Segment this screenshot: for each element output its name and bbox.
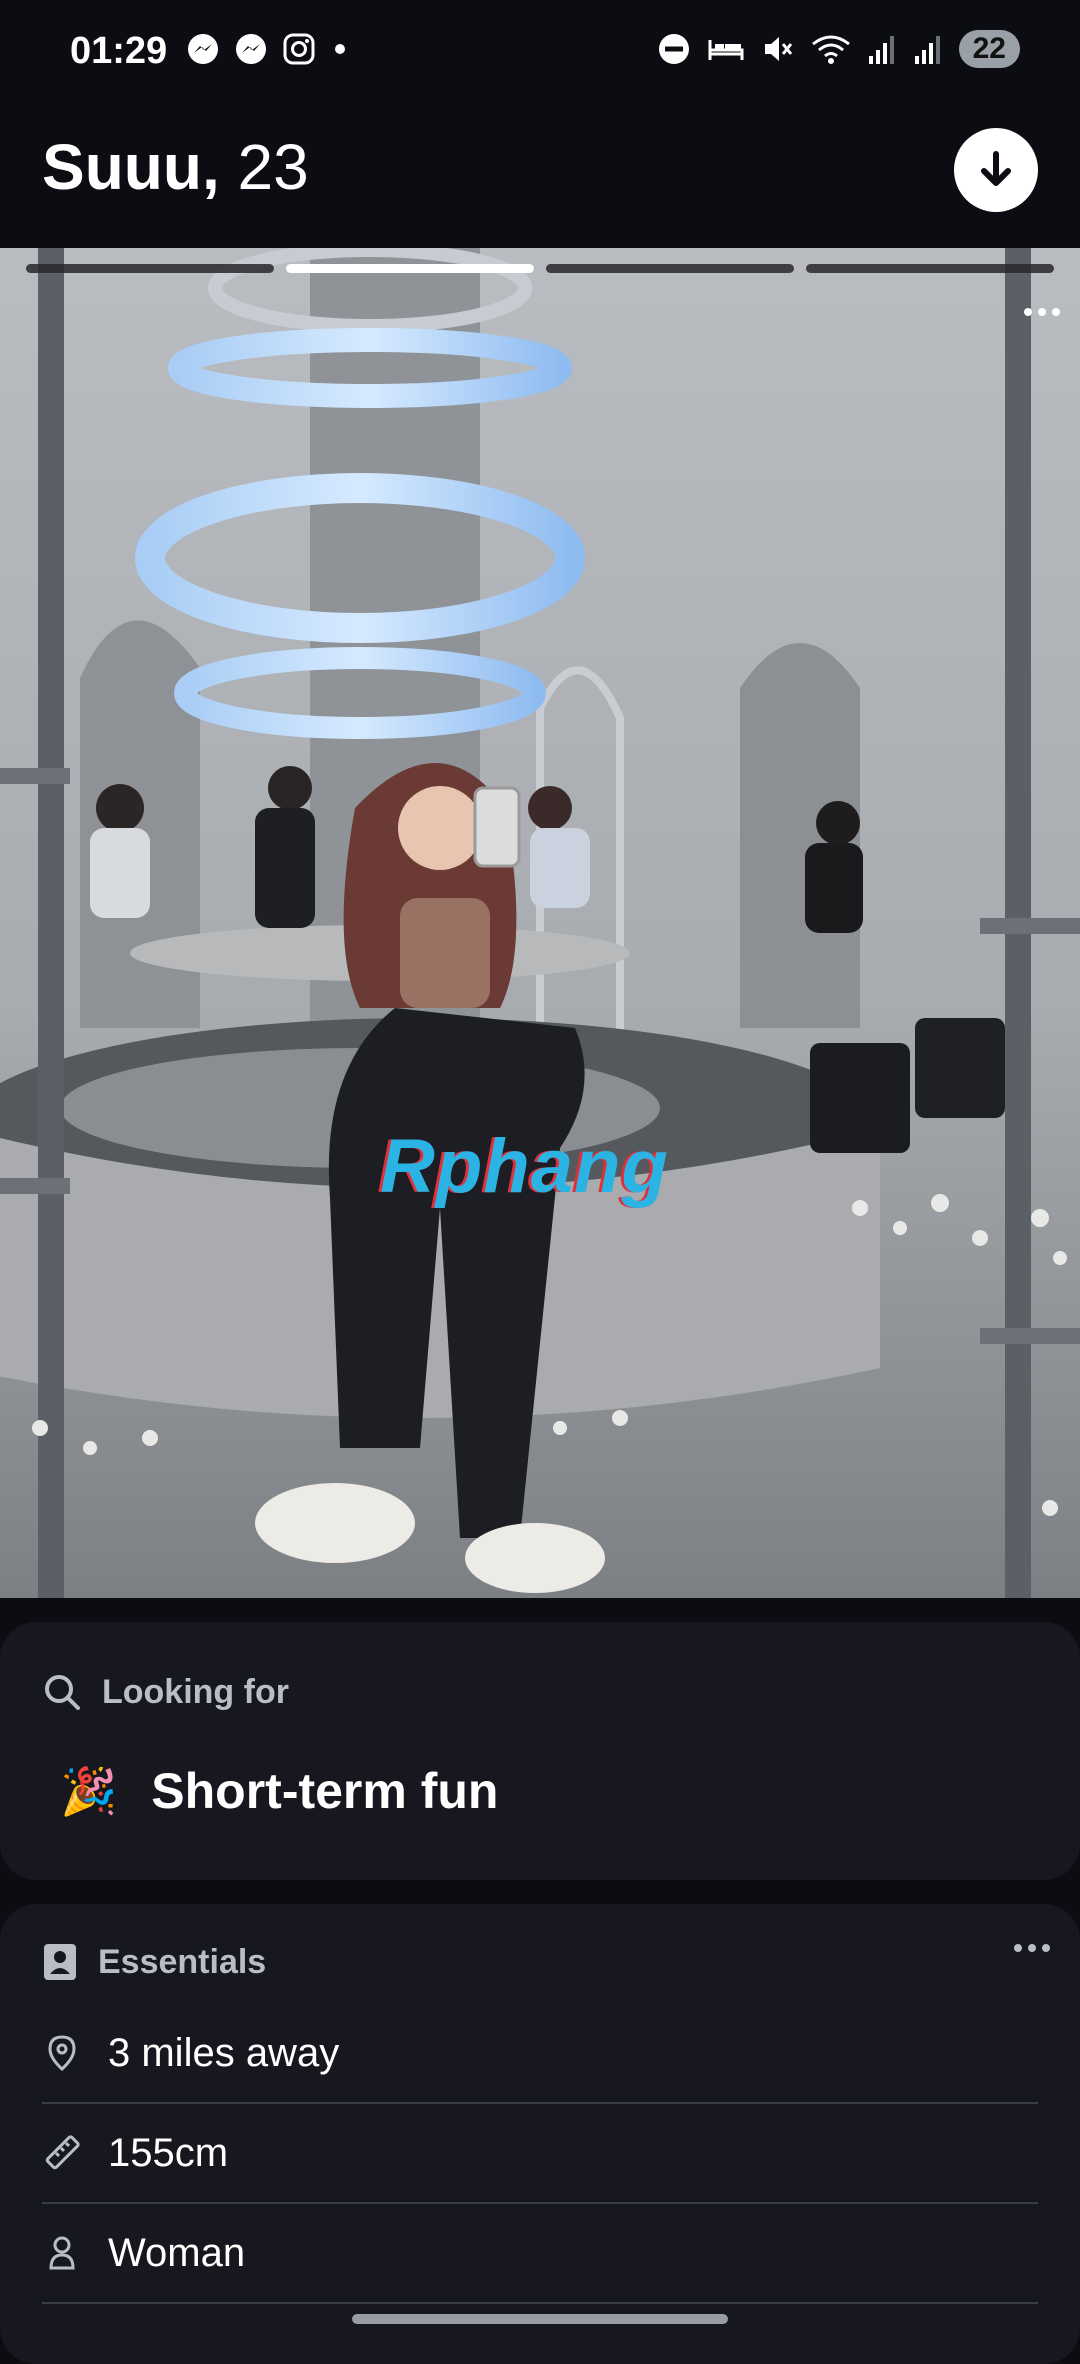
divider: [42, 2302, 1038, 2304]
photo-progress: [26, 264, 1054, 273]
more-options-icon[interactable]: [1014, 1944, 1050, 1952]
status-bar: 01:29 22: [0, 0, 1080, 110]
photo-progress-segment[interactable]: [26, 264, 274, 273]
location-pin-icon: [48, 2035, 76, 2072]
arrow-down-icon: [981, 151, 1011, 186]
profile-photo[interactable]: Rphang: [0, 248, 1080, 1598]
essentials-card: Essentials 3 miles away 155cm Woman: [0, 1904, 1080, 2364]
profile-header: Suuu, 23: [0, 110, 1080, 248]
bed-icon: [708, 40, 744, 60]
photo-more-icon[interactable]: [1024, 308, 1060, 316]
photo-progress-segment[interactable]: [546, 264, 794, 273]
photo-progress-segment-active[interactable]: [286, 264, 534, 273]
photo-illustration: [0, 248, 1080, 1598]
party-popper-icon: 🎉: [60, 1764, 118, 1817]
essentials-item-label: 155cm: [108, 2130, 229, 2175]
ruler-icon: [45, 2135, 80, 2170]
looking-for-value: Short-term fun: [151, 1763, 499, 1819]
dot-icon: [335, 44, 345, 54]
messenger-icon: [188, 34, 218, 64]
looking-for-card: Looking for 🎉 Short-term fun: [0, 1622, 1080, 1880]
status-time: 01:29: [70, 30, 168, 72]
wifi-icon: [811, 35, 850, 64]
signal-icon: [868, 36, 894, 64]
profile-title: Suuu, 23: [42, 130, 309, 204]
essentials-header: Essentials: [98, 1942, 267, 1981]
battery-level: 22: [958, 30, 1020, 68]
instagram-icon: [283, 33, 315, 65]
profile-age: 23: [237, 131, 309, 203]
profile-card-icon: [44, 1944, 76, 1980]
messenger-icon: [236, 34, 266, 64]
photo-watermark: Rphang: [380, 1124, 669, 1209]
photo-progress-segment[interactable]: [806, 264, 1054, 273]
person-icon: [49, 2236, 75, 2270]
essentials-item-label: 3 miles away: [108, 2030, 340, 2075]
profile-name: Suuu,: [42, 131, 220, 203]
signal-icon: [914, 36, 940, 64]
mute-icon: [764, 37, 792, 61]
essentials-item-height: 155cm: [42, 2104, 1038, 2202]
essentials-item-distance: 3 miles away: [42, 2004, 1038, 2102]
do-not-disturb-icon: [658, 34, 689, 64]
home-indicator[interactable]: [352, 2314, 728, 2324]
essentials-item-label: Woman: [108, 2230, 246, 2275]
search-icon: [45, 1675, 80, 1710]
essentials-item-gender: Woman: [42, 2204, 1038, 2302]
looking-for-header: Looking for: [102, 1672, 289, 1711]
collapse-profile-button[interactable]: [954, 128, 1038, 212]
